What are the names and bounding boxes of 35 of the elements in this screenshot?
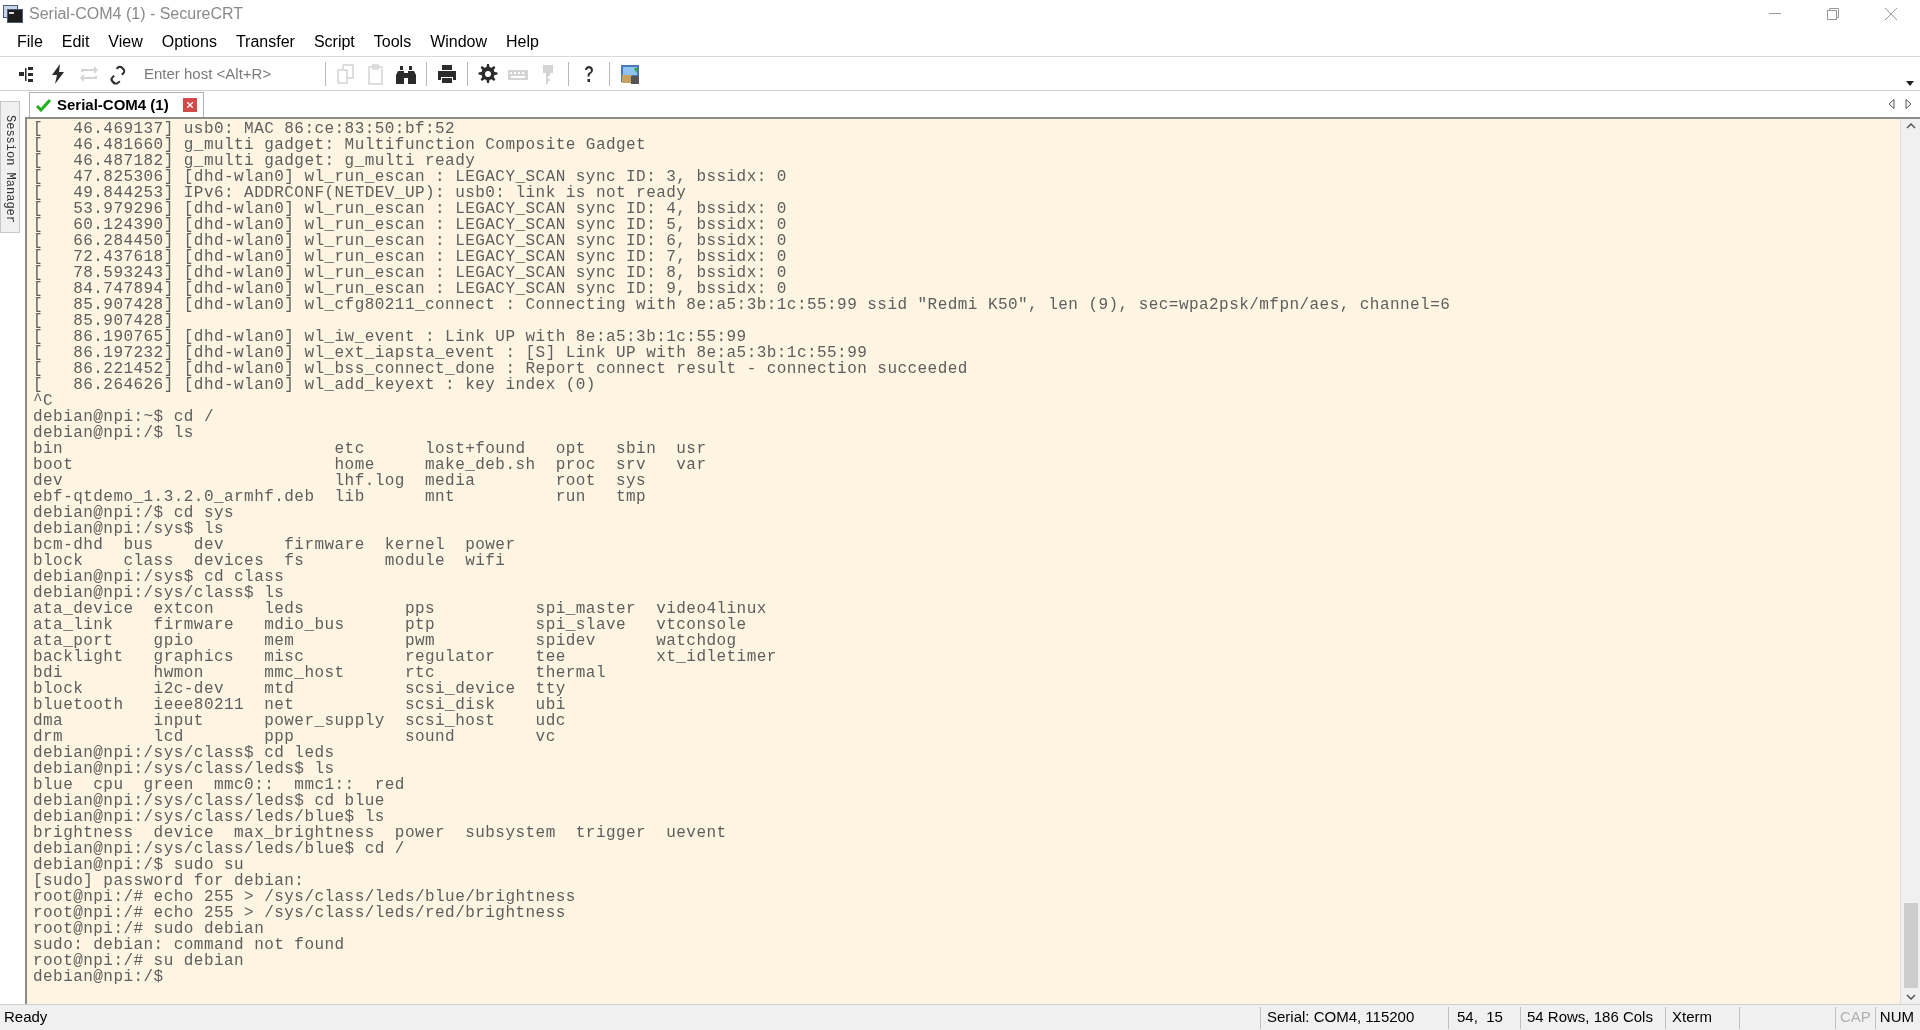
menu-item[interactable]: Script [304, 29, 364, 55]
status-field: 54 Rows, 186 Cols [1520, 1006, 1665, 1029]
host-field[interactable]: Enter host <Alt+R> [140, 61, 320, 86]
menu-item[interactable]: Tools [364, 29, 421, 55]
scroll-left-icon[interactable] [1888, 99, 1895, 109]
tab-close-button[interactable] [182, 98, 197, 112]
menu-item[interactable]: Options [152, 29, 226, 55]
check-icon [36, 98, 51, 112]
scrollbar-thumb[interactable] [1903, 903, 1918, 988]
menu-item[interactable]: Help [497, 29, 548, 55]
restore-icon[interactable] [1827, 8, 1839, 20]
terminal-output: [ 46.469137] usb0: MAC 86:ce:83:50:bf:52 [ 46.481660] g_multi gadget: Multifunction Composite Gadget [ 46.487182] g_multi gadget: g_multi ready [ 47.825306] [dhd-wlan0] wl_run_escan : LEGACY_SCAN sync ID: 3, bssidx: 0 [ 49.844253] IPv6: ADDRCONF(NETDEV_UP): usb0: link is not ready [ 53.979296] [dhd-wlan0] wl_run_escan : LEGACY_SCAN sync ID: 4, bssidx: 0 [ 60.124390] [dhd-wlan0] wl_run_escan : LEGACY_SCAN sync ID: 5, bssidx: 0 [ 66.284450] [dhd-wlan0] wl_run_escan : LEGACY_SCAN sync ID: 6, bssidx: 0 [ 72.437618] [dhd-wlan0] wl_run_escan : LEGACY_SCAN sync ID: 7, bssidx: 0 [ 78.593243] [dhd-wlan0] wl_run_escan : LEGACY_SCAN sync ID: 8, bssidx: 0 [ 84.747894] [dhd-wlan0] wl_run_escan : LEGACY_SCAN sync ID: 9, bssidx: 0 [ 85.907428] [dhd-wlan0] wl_cfg80211_connect : Connecting with 8e:a5:3b:1c:55:99 ssid "Redmi K50", len (9), sec=wpa2psk/mfpn/aes, channel=6 [ 85.907428] [ 86.190765] [dhd-wlan0] wl_iw_event : Link UP with 8e:a5:3b:1c:55:99 [ 86.197232] [dhd-wlan0] wl_ext_iapsta_event : [S] Link UP with 8e:a5:3b:1c:55:99 [ 86.221452] [dhd-wlan0] wl_bss_connect_done : Report connect result - connection succeeded [ 86.264626] [dhd-wlan0] wl_add_keyext : key index (0) ^C debian@npi:~$ cd / debian@npi:/$ ls bin etc lost+found opt sbin usr boot home make_deb.sh proc srv var dev lhf.log media root sys ebf-qtdemo_1.3.2.0_armhf.deb lib mnt run tmp debian@npi:/$ cd sys debian@npi:/sys$ ls bcm-dhd bus dev firmware kernel power block class devices fs module wifi debian@npi:/sys$ cd class debian@npi:/sys/class$ ls ata_device extcon leds pps spi_master video4linux ata_link firmware mdio_bus ptp spi_slave vtconsole ata_port gpio mem pwm spidev watchdog backlight graphics misc regulator tee xt_idletimer bdi hwmon mmc_host rtc thermal block i2c-dev mtd scsi_device tty bluetooth ieee80211 net scsi_disk ubi dma input power_supply scsi_host udc drm lcd ppp sound vc debian@npi:/sys/class$ cd leds debian@npi:/sys/class/leds$ ls blue cpu green mmc0:: mmc1:: red debian@npi:/sys/class/leds$ cd blue debian@npi:/sys/class/leds/blue$ ls brightness device max_brightness power subsystem trigger uevent debian@npi:/sys/class/leds/blue$ cd / debian@npi:/$ sudo su [sudo] password for debian: root@npi:/# echo 255 > /sys/class/leds/blue/brightness root@npi:/# echo 255 > /sys/class/leds/red/brightness root@npi:/# sudo debian sudo: debian: command not found root@npi:/# su debian debian@npi:/$ [32, 119, 1452, 988]
scrollbar-track[interactable] [1900, 119, 1920, 1004]
menu-item[interactable]: View [99, 29, 152, 55]
session-tab[interactable]: Serial-COM4 (1) [29, 92, 204, 117]
status-field: Serial: COM4, 115200 [1260, 1006, 1448, 1029]
window-title: Serial-COM4 (1) - SecureCRT [29, 4, 243, 24]
scroll-right-icon[interactable] [1905, 99, 1912, 109]
scroll-down-icon[interactable] [1905, 994, 1916, 1000]
dropdown-arrow-icon[interactable] [1906, 81, 1914, 86]
status-indicator: NUM [1874, 1006, 1918, 1029]
status-message: Ready [3, 1007, 49, 1028]
menu-item[interactable]: File [8, 29, 52, 55]
status-field: Xterm [1665, 1006, 1739, 1029]
menu-item[interactable]: Transfer [226, 29, 304, 55]
minimize-icon[interactable] [1769, 13, 1781, 15]
tab-label: Serial-COM4 (1) [57, 94, 169, 115]
close-icon[interactable] [1885, 8, 1897, 20]
status-indicator: CAP [1835, 1006, 1875, 1029]
app-icon [3, 5, 23, 23]
session-manager-tab[interactable]: Session Manager [0, 101, 20, 233]
menu-item[interactable]: Edit [52, 29, 99, 55]
menu-item[interactable]: Window [421, 29, 497, 55]
status-field: 54, 15 [1448, 1006, 1520, 1029]
scroll-up-icon[interactable] [1905, 123, 1916, 129]
